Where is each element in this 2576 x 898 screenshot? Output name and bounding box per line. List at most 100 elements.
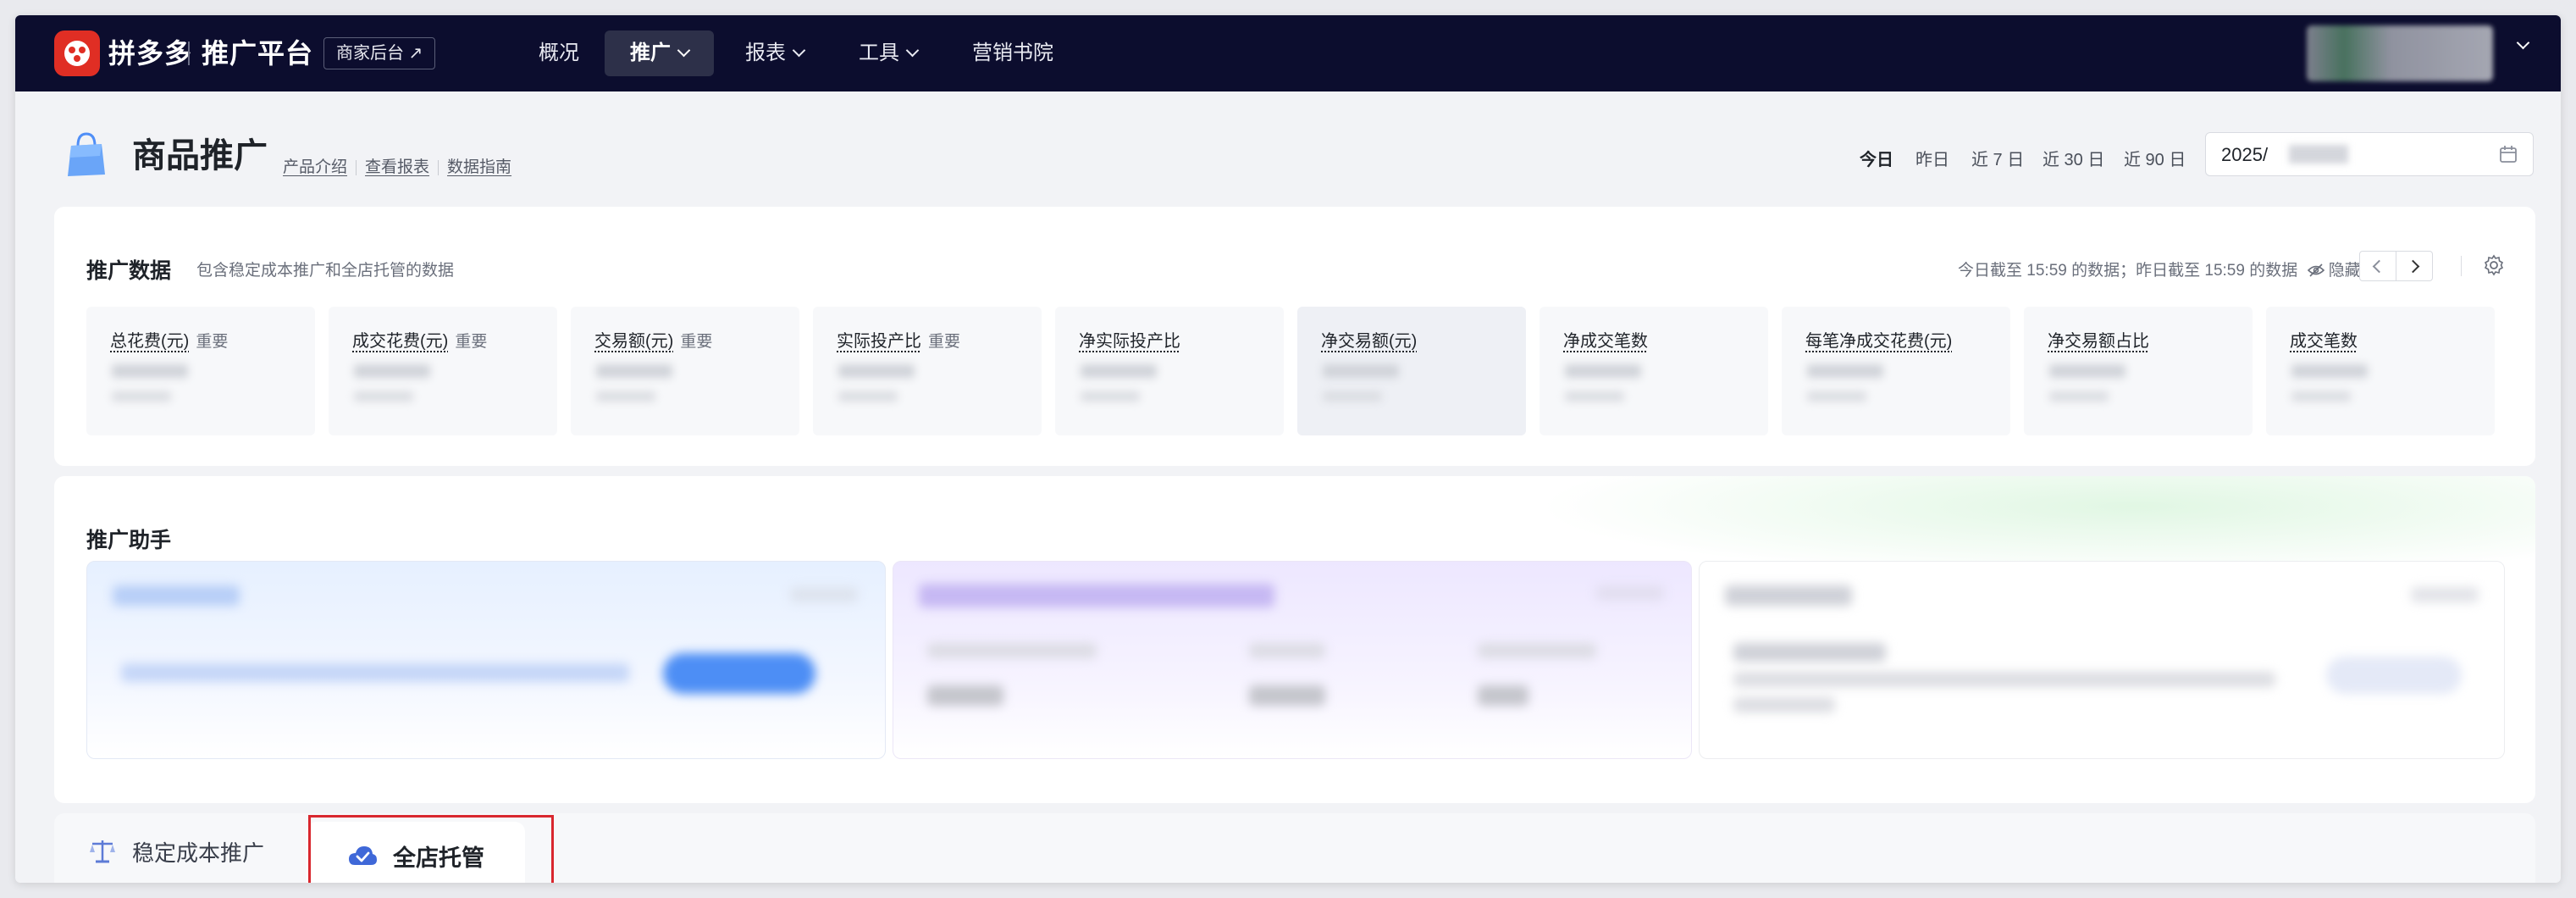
metric-value-redacted xyxy=(354,364,430,378)
tab-stable-cost-promotion[interactable]: 稳定成本推广 xyxy=(88,813,264,883)
metric-net-gmv[interactable]: 净交易额(元) xyxy=(1297,307,1526,435)
nav-item-reports[interactable]: 报表 xyxy=(720,30,829,76)
important-tag: 重要 xyxy=(455,333,488,351)
card-title: 推广数据 xyxy=(86,259,172,283)
promotion-data-card: 推广数据 包含稳定成本推广和全店托管的数据 今日截至 15:59 的数据；昨日截… xyxy=(54,207,2535,466)
metric-compare-redacted xyxy=(1807,391,1866,402)
data-timestamp-text: 今日截至 15:59 的数据；昨日截至 15:59 的数据 xyxy=(1958,262,2298,280)
nav-item-label: 报表 xyxy=(745,42,786,64)
metric-cost-per-net-order[interactable]: 每笔净成交花费(元) xyxy=(1782,307,2010,435)
assistant-panel-1[interactable] xyxy=(86,561,886,759)
data-guide-link[interactable]: 数据指南 xyxy=(447,158,511,176)
metric-compare-redacted xyxy=(838,391,898,402)
blurred-content xyxy=(1249,685,1325,706)
metric-deal-spend[interactable]: 成交花费(元) 重要 xyxy=(329,307,557,435)
date-picker[interactable]: 2025/ xyxy=(2205,132,2534,176)
metric-gmv[interactable]: 交易额(元) 重要 xyxy=(571,307,799,435)
metric-value-redacted xyxy=(1081,364,1157,378)
metric-value-redacted xyxy=(838,364,915,378)
nav-item-overview[interactable]: 概况 xyxy=(513,30,605,76)
highlight-box xyxy=(308,815,554,883)
metric-orders[interactable]: 成交笔数 xyxy=(2266,307,2495,435)
metric-actual-roi[interactable]: 实际投产比 重要 xyxy=(813,307,1042,435)
blurred-content xyxy=(1725,585,1852,606)
prev-page-button[interactable] xyxy=(2359,251,2396,281)
account-avatar[interactable] xyxy=(2307,25,2493,81)
balance-scale-icon xyxy=(90,840,115,863)
hide-toggle[interactable]: 隐藏 xyxy=(2307,262,2361,280)
card-description: 包含稳定成本推广和全店托管的数据 xyxy=(196,262,455,280)
blurred-action-button xyxy=(663,653,815,694)
metric-value-redacted xyxy=(1565,364,1641,378)
metric-compare-redacted xyxy=(112,391,171,402)
shopping-bag-icon xyxy=(68,132,105,176)
metric-value-redacted xyxy=(112,364,188,378)
blurred-content xyxy=(1249,643,1325,658)
metric-label: 实际投产比 重要 xyxy=(837,327,960,352)
header-links: 产品介绍 查看报表 数据指南 xyxy=(283,154,511,177)
blurred-content xyxy=(1733,697,1835,712)
view-reports-link[interactable]: 查看报表 xyxy=(365,158,429,176)
app-window: 拼多多 推广平台 商家后台 ↗ 概况 推广 报表 工具 营销书院 商品推广 产品… xyxy=(15,15,2561,883)
nav-item-tools[interactable]: 工具 xyxy=(833,30,943,76)
assistant-panel-2[interactable] xyxy=(893,561,1692,759)
merchant-backend-link[interactable]: 商家后台 ↗ xyxy=(323,37,436,69)
blurred-content xyxy=(1733,672,2275,687)
metric-net-orders[interactable]: 净成交笔数 xyxy=(1540,307,1768,435)
date-value: 2025/ xyxy=(2221,144,2269,165)
blurred-content xyxy=(113,585,240,606)
metric-compare-redacted xyxy=(2049,391,2109,402)
platform-name: 推广平台 xyxy=(202,38,314,69)
date-tab-7-days[interactable]: 近 7 日 xyxy=(1971,146,2024,170)
blurred-action-button xyxy=(2326,657,2462,694)
metric-label: 总花费(元) 重要 xyxy=(110,327,228,352)
metric-compare-redacted xyxy=(2291,391,2351,402)
nav-item-marketing-academy[interactable]: 营销书院 xyxy=(947,30,1079,76)
metric-label: 成交花费(元) 重要 xyxy=(352,327,487,352)
blurred-content xyxy=(919,584,1274,607)
important-tag: 重要 xyxy=(196,333,229,351)
promotion-assistant-card: 推广助手 xyxy=(54,476,2535,803)
date-tab-today[interactable]: 今日 xyxy=(1860,146,1893,170)
date-tab-30-days[interactable]: 近 30 日 xyxy=(2043,146,2104,170)
metric-label: 每笔净成交花费(元) xyxy=(1805,332,1953,351)
divider xyxy=(438,159,439,175)
metric-compare-redacted xyxy=(1081,391,1140,402)
calendar-icon xyxy=(2500,146,2517,163)
metric-label: 净成交笔数 xyxy=(1563,332,1648,351)
metric-value-redacted xyxy=(2291,364,2368,378)
date-tab-yesterday[interactable]: 昨日 xyxy=(1915,146,1949,170)
nav-item-label: 工具 xyxy=(859,42,899,64)
blurred-content xyxy=(1596,585,1664,601)
assistant-panel-3[interactable] xyxy=(1699,561,2505,759)
card-title: 推广助手 xyxy=(86,529,172,552)
metric-total-spend[interactable]: 总花费(元) 重要 xyxy=(86,307,315,435)
top-nav: 拼多多 推广平台 商家后台 ↗ 概况 推广 报表 工具 营销书院 xyxy=(15,15,2561,91)
metric-net-actual-roi[interactable]: 净实际投产比 xyxy=(1055,307,1284,435)
gear-icon[interactable] xyxy=(2483,254,2505,276)
brand-name: 拼多多 xyxy=(108,38,193,69)
tab-label: 稳定成本推广 xyxy=(132,840,265,866)
metric-value-redacted xyxy=(1807,364,1883,378)
important-tag: 重要 xyxy=(680,333,713,351)
eye-off-icon xyxy=(2307,263,2324,277)
chevron-down-icon[interactable] xyxy=(2510,36,2530,56)
date-tab-90-days[interactable]: 近 90 日 xyxy=(2124,146,2186,170)
brand-divider xyxy=(188,42,190,65)
nav-item-label: 营销书院 xyxy=(972,42,1053,64)
chevron-left-icon xyxy=(2372,259,2386,274)
pinduoduo-logo-icon[interactable] xyxy=(54,30,100,76)
date-value-redacted xyxy=(2289,145,2348,164)
nav-item-promotion[interactable]: 推广 xyxy=(605,30,714,76)
next-page-button[interactable] xyxy=(2396,251,2433,281)
divider xyxy=(2461,256,2462,276)
blurred-content xyxy=(1733,643,1886,662)
metric-label: 净交易额(元) xyxy=(1321,332,1418,351)
blurred-content xyxy=(2411,587,2479,602)
metric-value-redacted xyxy=(596,364,672,378)
metric-label: 净交易额占比 xyxy=(2048,332,2149,351)
divider xyxy=(356,159,357,175)
product-intro-link[interactable]: 产品介绍 xyxy=(283,158,347,176)
metric-net-gmv-ratio[interactable]: 净交易额占比 xyxy=(2024,307,2253,435)
data-notice: 今日截至 15:59 的数据；昨日截至 15:59 的数据 隐藏 xyxy=(1958,258,2361,280)
